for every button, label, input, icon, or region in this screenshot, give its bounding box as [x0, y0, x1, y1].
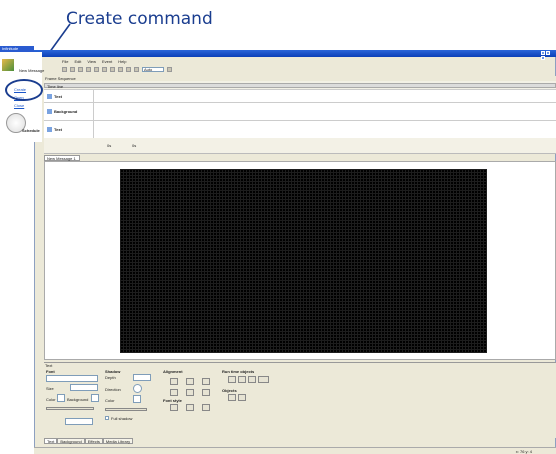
size-label: Size	[46, 386, 54, 391]
help-icon[interactable]	[167, 66, 172, 72]
frame-row-label: Background	[54, 109, 78, 114]
shadow-color-swatch[interactable]	[133, 395, 141, 403]
font-select[interactable]	[46, 375, 98, 382]
led-display-canvas[interactable]	[120, 169, 487, 353]
minimize-icon[interactable]	[541, 51, 545, 55]
timeline-ruler: Time line	[44, 83, 556, 89]
font-slider[interactable]	[46, 407, 94, 410]
align-top-button[interactable]	[170, 389, 178, 396]
size-select[interactable]	[70, 384, 98, 391]
text-layer-icon	[47, 127, 52, 132]
bottom-tabs: Text Background Effects Media Library	[44, 438, 134, 444]
font-group-title: Font	[46, 369, 55, 374]
close-icon[interactable]	[541, 56, 545, 60]
frame-sequence-header: Frame Sequence	[44, 76, 556, 81]
play-icon[interactable]	[126, 66, 131, 72]
color-label: Color	[46, 397, 56, 402]
shadow-color-label: Color	[105, 398, 115, 403]
alignment-group-title: Alignment	[163, 369, 183, 374]
font-style-title: Font style	[163, 398, 182, 403]
depth-select[interactable]	[133, 374, 151, 381]
direction-label: Direction	[105, 387, 121, 392]
depth-label: Depth	[105, 375, 116, 380]
align-bottom-button[interactable]	[202, 389, 210, 396]
tab-background[interactable]: Background	[57, 438, 85, 444]
tab-effects[interactable]: Effects	[84, 438, 103, 444]
background-color-swatch[interactable]	[91, 394, 99, 402]
new-message-icon[interactable]	[2, 59, 14, 71]
align-right-button[interactable]	[202, 378, 210, 385]
font-color-swatch[interactable]	[57, 394, 65, 402]
open-icon[interactable]	[70, 66, 75, 72]
frame-row-label: Text	[54, 93, 62, 99]
spacing-select[interactable]	[65, 418, 93, 425]
runtime-objects-title: Run time objects	[222, 369, 255, 374]
frame-row[interactable]: Text	[44, 120, 556, 138]
text-properties-panel: Text	[44, 362, 556, 438]
frame-row-label: Text	[54, 127, 62, 132]
object-shape-button[interactable]	[228, 394, 236, 401]
underline-button[interactable]	[202, 404, 210, 411]
frame-row[interactable]: Background	[44, 102, 556, 120]
frame-duration-label: 0s	[107, 143, 112, 148]
close-link[interactable]: Close	[14, 103, 24, 108]
object-image-button[interactable]	[238, 394, 246, 401]
text-layer-icon	[47, 93, 52, 99]
frame-rows: Text Background Text	[44, 89, 556, 138]
window-controls	[540, 51, 554, 60]
redo-icon[interactable]	[94, 66, 99, 72]
tab-text[interactable]: Text	[44, 438, 58, 444]
create-highlight-circle	[5, 79, 43, 101]
italic-button[interactable]	[186, 404, 194, 411]
runtime-counter-button[interactable]	[258, 376, 269, 383]
tab-media-library[interactable]: Media Library	[102, 438, 134, 444]
new-icon[interactable]	[62, 66, 67, 72]
shadow-slider[interactable]	[105, 408, 147, 411]
align-left-button[interactable]	[170, 378, 178, 385]
runtime-date-button[interactable]	[228, 376, 236, 383]
toolbar: Auto	[62, 65, 556, 73]
status-bar: x: 76 y: 4	[34, 447, 556, 454]
text-panel-header: Text	[44, 363, 556, 368]
paste-icon[interactable]	[118, 66, 123, 72]
save-icon[interactable]	[78, 66, 83, 72]
objects-title: Objects	[222, 388, 237, 393]
align-middle-button[interactable]	[186, 389, 194, 396]
maximize-icon[interactable]	[546, 51, 550, 55]
zoom-select[interactable]: Auto	[142, 66, 164, 72]
frame-row[interactable]: Text	[44, 89, 556, 102]
new-message-label: New Message	[19, 68, 45, 73]
runtime-temp-button[interactable]	[248, 376, 256, 383]
shadow-group-title: Shadow	[105, 369, 121, 374]
title-bar	[34, 50, 556, 60]
background-label: Background	[67, 397, 89, 402]
send-icon[interactable]	[134, 66, 139, 72]
copy-icon[interactable]	[110, 66, 115, 72]
bold-button[interactable]	[170, 404, 178, 411]
runtime-time-button[interactable]	[238, 376, 246, 383]
background-layer-icon	[47, 109, 52, 114]
full-shadow-label: Full shadow	[111, 416, 133, 421]
align-center-button[interactable]	[186, 378, 194, 385]
cut-icon[interactable]	[102, 66, 107, 72]
direction-dial[interactable]	[133, 384, 142, 393]
schedule-label: Schedule	[22, 128, 40, 133]
frame-duration-label: 0s	[132, 143, 137, 148]
callout-label: Create command	[66, 9, 213, 29]
status-coordinates: x: 76 y: 4	[515, 449, 532, 454]
full-shadow-checkbox[interactable]	[105, 416, 109, 420]
undo-icon[interactable]	[86, 66, 91, 72]
